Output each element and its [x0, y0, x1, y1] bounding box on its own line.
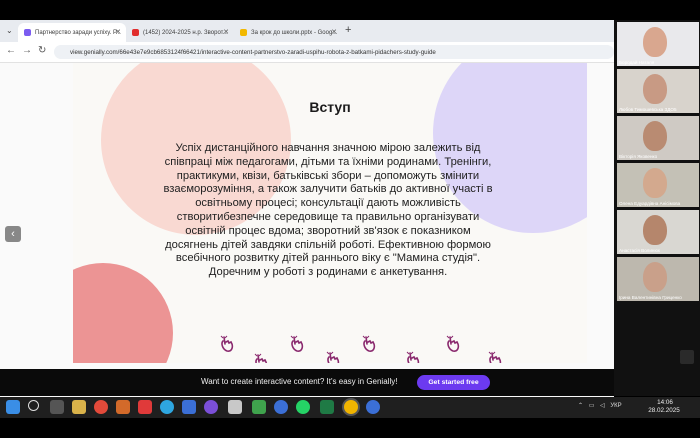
participant-name: Ірина Валентинівна Гриценко	[619, 295, 682, 300]
zoom-icon[interactable]	[274, 400, 288, 414]
close-tab-icon[interactable]: ✕	[331, 28, 337, 36]
language-indicator[interactable]: УКР	[610, 403, 621, 409]
participant-video	[643, 215, 667, 245]
participant-tile[interactable]: Олена Едуардівна Анісімова	[617, 163, 699, 207]
pointing-hand-icon[interactable]	[253, 353, 269, 363]
new-tab-button[interactable]: +	[345, 24, 351, 36]
browser-window: ⌄ Партнерство заради успіху. Р... ✕ (145…	[0, 20, 614, 397]
previous-page-button[interactable]: ‹	[5, 226, 21, 242]
close-tab-icon[interactable]: ✕	[115, 28, 121, 36]
app-icon[interactable]	[138, 400, 152, 414]
telegram-icon[interactable]	[160, 400, 174, 414]
forward-icon[interactable]: →	[22, 45, 32, 56]
genially-favicon-icon	[24, 29, 31, 36]
file-explorer-icon[interactable]	[72, 400, 86, 414]
tab-label: Партнерство заради успіху. Р...	[35, 29, 121, 36]
youtube-favicon-icon	[132, 29, 139, 36]
windows-start-icon[interactable]	[6, 400, 20, 414]
participant-tile[interactable]: Вікторія Яковенко	[617, 116, 699, 160]
address-bar[interactable]: view.genially.com/66e43e7e9cb6853124f664…	[54, 45, 614, 59]
participant-tile[interactable]: Ірина Валентинівна Гриценко	[617, 257, 699, 301]
app-icon[interactable]	[182, 400, 196, 414]
chrome-icon[interactable]	[94, 400, 108, 414]
decorative-coral-circle	[73, 263, 173, 363]
participant-video	[643, 168, 667, 198]
clock-date[interactable]: 28.02.2025	[647, 407, 681, 414]
participant-video	[643, 27, 667, 57]
search-icon[interactable]	[28, 400, 39, 411]
pointing-hand-icon[interactable]	[445, 335, 461, 353]
pointing-hand-icon[interactable]	[325, 351, 341, 363]
chrome-active-icon[interactable]	[344, 400, 358, 414]
whatsapp-icon[interactable]	[296, 400, 310, 414]
participant-tile[interactable]: Любов Тимошевська ЗДО5	[617, 69, 699, 113]
get-started-button[interactable]: Get started free	[417, 375, 490, 390]
tab-youtube[interactable]: (1452) 2024-2025 н.р. Зворот... ✕	[126, 23, 234, 42]
slides-favicon-icon	[240, 29, 247, 36]
address-row: ← → ↻ ⚙ view.genially.com/66e43e7e9cb685…	[0, 42, 614, 63]
tab-label: За крок до школи.pptx - Goog...	[251, 29, 338, 36]
task-view-icon[interactable]	[50, 400, 64, 414]
tab-google-slides[interactable]: За крок до школи.pptx - Goog... ✕	[234, 23, 342, 42]
network-icon[interactable]: ▭	[589, 403, 595, 409]
participant-video	[643, 121, 667, 151]
participant-name: Олена Едуардівна Анісімова	[619, 201, 681, 206]
zoom-icon[interactable]	[366, 400, 380, 414]
video-participants-panel: Бородай Наталя Любов Тимошевська ЗДО5 Ві…	[614, 20, 700, 396]
pointing-hand-icon[interactable]	[219, 335, 235, 353]
tab-bar: ⌄ Партнерство заради успіху. Р... ✕ (145…	[0, 20, 614, 42]
app-icon[interactable]	[116, 400, 130, 414]
promo-banner: Want to create interactive content? It's…	[0, 369, 700, 396]
app-icon[interactable]	[228, 400, 242, 414]
slide-title: Вступ	[309, 99, 351, 115]
tab-label: (1452) 2024-2025 н.р. Зворот...	[143, 29, 228, 36]
participant-name: Любов Тимошевська ЗДО5	[619, 107, 677, 112]
tab-search-icon[interactable]: ⌄	[6, 26, 13, 35]
participant-video	[643, 262, 667, 292]
viber-icon[interactable]	[204, 400, 218, 414]
pointing-hand-icon[interactable]	[289, 335, 305, 353]
slide-body-text: Успіх дистанційного навчання значною мір…	[163, 142, 493, 279]
pointing-hand-icon[interactable]	[405, 351, 421, 363]
pointing-hand-icon[interactable]	[487, 351, 503, 363]
tray-arrow-icon[interactable]: ⌃	[578, 403, 583, 409]
panel-expand-icon[interactable]	[680, 350, 694, 364]
slide: Вступ Успіх дистанційного навчання значн…	[73, 63, 587, 363]
excel-icon[interactable]	[320, 400, 334, 414]
participant-tile[interactable]: Бородай Наталя	[617, 22, 699, 66]
participant-tile[interactable]: Анастасія Волинюк	[617, 210, 699, 254]
participant-video	[643, 74, 667, 104]
banner-text: Want to create interactive content? It's…	[201, 377, 398, 386]
participant-name: Анастасія Волинюк	[619, 248, 660, 253]
app-icon[interactable]	[252, 400, 266, 414]
participant-name: Бородай Наталя	[619, 60, 655, 65]
back-icon[interactable]: ←	[6, 45, 16, 56]
clock-time[interactable]: 14:06	[654, 399, 676, 406]
volume-icon[interactable]: ◁	[600, 403, 605, 409]
pointing-hand-icon[interactable]	[361, 335, 377, 353]
tab-genially[interactable]: Партнерство заради успіху. Р... ✕	[18, 23, 126, 42]
genially-stage: Вступ Успіх дистанційного навчання значн…	[0, 63, 614, 397]
participant-name: Вікторія Яковенко	[619, 154, 658, 159]
close-tab-icon[interactable]: ✕	[223, 28, 229, 36]
reload-icon[interactable]: ↻	[38, 45, 46, 56]
system-tray: ⌃ ▭ ◁ УКР	[578, 402, 622, 409]
